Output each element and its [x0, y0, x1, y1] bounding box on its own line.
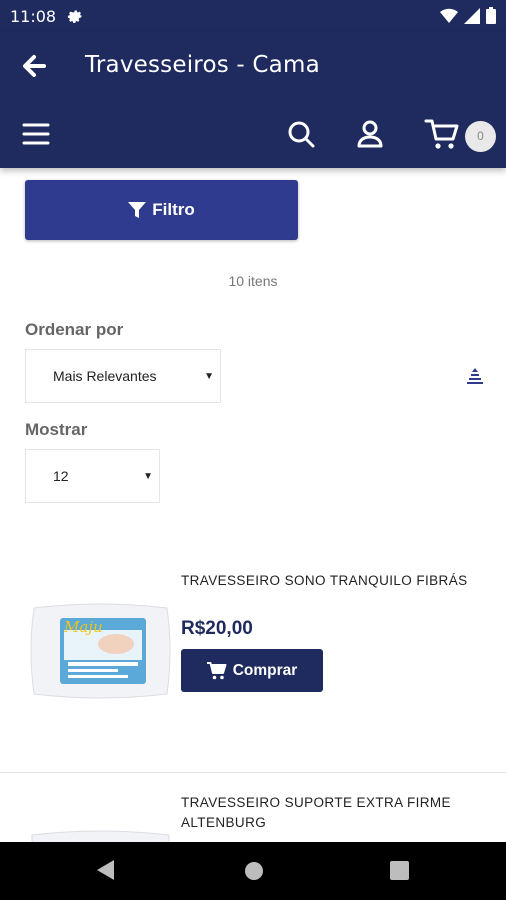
nav-back-button[interactable]	[96, 859, 116, 886]
cart-count-badge: 0	[465, 121, 496, 152]
product-name-line: ALTENBURG	[181, 815, 267, 830]
menu-icon	[22, 123, 50, 145]
product-name[interactable]: TRAVESSEIRO SUPORTE EXTRA FIRME ALTENBUR…	[181, 793, 451, 833]
buy-label: Comprar	[232, 661, 298, 679]
chevron-down-icon: ▼	[143, 470, 153, 482]
divider	[0, 772, 506, 773]
filter-icon	[128, 202, 147, 218]
cart-button[interactable]	[424, 116, 460, 152]
filter-label: Filtro	[152, 200, 195, 219]
search-icon	[288, 121, 315, 148]
product-name[interactable]: TRAVESSEIRO SONO TRANQUILO FIBRÁS	[181, 571, 468, 591]
sort-label: Ordenar por	[25, 320, 124, 339]
nav-home-icon	[245, 862, 263, 880]
back-arrow-icon	[23, 55, 46, 77]
product-brand-text: Maju	[63, 618, 103, 636]
product-name-line: TRAVESSEIRO SUPORTE EXTRA FIRME	[181, 795, 451, 810]
system-nav-bar	[0, 842, 506, 900]
account-button[interactable]	[357, 120, 383, 148]
back-button[interactable]	[20, 52, 48, 80]
sort-select[interactable]: Mais Relevantes ▼	[25, 349, 221, 403]
product-price: R$20,00	[181, 618, 253, 639]
menu-button[interactable]	[22, 120, 50, 148]
filter-button[interactable]: Filtro	[25, 180, 298, 240]
screen: 11:08 Travesseiros - Cama 0 Filtro 10 it…	[0, 0, 506, 900]
status-bar: 11:08	[0, 0, 506, 32]
user-icon	[357, 120, 383, 148]
app-header: Travesseiros - Cama 0	[0, 32, 506, 168]
signal-icon	[464, 7, 480, 24]
sort-direction-icon	[467, 368, 483, 384]
sort-selected-value: Mais Relevantes	[53, 368, 157, 384]
buy-button[interactable]: Comprar	[181, 649, 323, 692]
nav-back-icon	[97, 860, 114, 880]
battery-icon	[486, 7, 496, 24]
page-title: Travesseiros - Cama	[85, 52, 320, 78]
product-image[interactable]: Maju	[28, 600, 173, 702]
cart-icon	[424, 119, 459, 149]
sort-direction-button[interactable]	[464, 365, 486, 387]
wifi-icon	[440, 8, 458, 23]
cart-icon	[206, 661, 227, 679]
gear-icon	[66, 7, 84, 30]
nav-recents-button[interactable]	[390, 861, 409, 885]
product-image[interactable]	[28, 825, 173, 842]
show-selected-value: 12	[53, 468, 69, 484]
chevron-down-icon: ▼	[204, 370, 214, 382]
status-time: 11:08	[10, 7, 57, 26]
show-label: Mostrar	[25, 420, 88, 439]
items-count: 10 itens	[228, 273, 278, 289]
system-icons	[440, 7, 496, 24]
nav-home-button[interactable]	[244, 861, 264, 886]
show-select[interactable]: 12 ▼	[25, 449, 160, 503]
nav-recents-icon	[390, 861, 409, 880]
search-button[interactable]	[287, 120, 315, 148]
